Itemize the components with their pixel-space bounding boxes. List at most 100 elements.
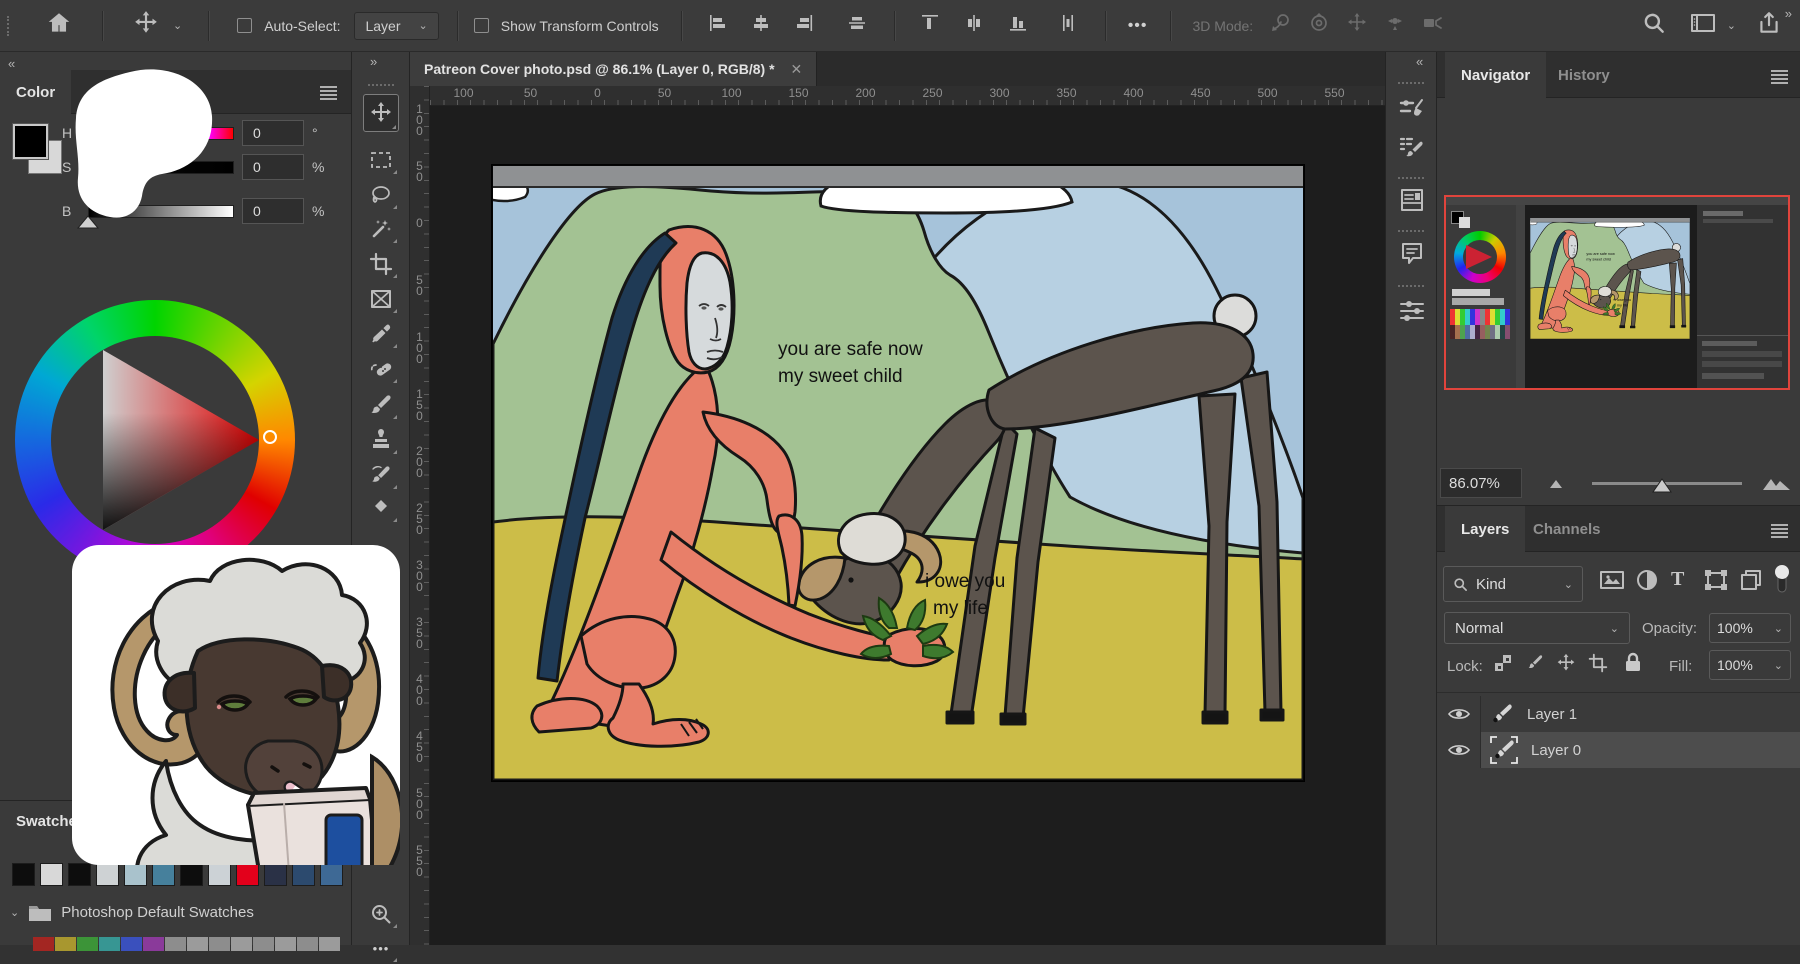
close-tab-icon[interactable]: ✕ xyxy=(791,61,803,78)
filter-pixel-icon[interactable] xyxy=(1599,568,1625,597)
auto-select-target-dropdown[interactable]: Layer⌄ xyxy=(354,12,438,40)
swatch[interactable] xyxy=(124,863,147,886)
visibility-eye-icon[interactable] xyxy=(1437,696,1481,732)
swatch[interactable] xyxy=(96,863,119,886)
swatch[interactable] xyxy=(187,937,208,951)
layer-thumbnail-selected[interactable] xyxy=(1489,735,1519,765)
saturation-value-field[interactable]: 0 xyxy=(242,154,304,180)
tab-navigator[interactable]: Navigator xyxy=(1445,52,1546,98)
opacity-field[interactable]: 100%⌄ xyxy=(1709,613,1791,643)
layer-thumbnail[interactable] xyxy=(1489,701,1515,727)
brightness-value-field[interactable]: 0 xyxy=(242,198,304,224)
swatch[interactable] xyxy=(180,863,203,886)
history-brush-tool[interactable] xyxy=(363,459,399,491)
zoom-out-icon[interactable] xyxy=(1548,476,1570,490)
move-tool-option-icon[interactable] xyxy=(133,10,159,41)
align-top-icon[interactable] xyxy=(919,12,941,39)
lock-transparency-icon[interactable] xyxy=(1493,653,1513,678)
layer-filter-kind[interactable]: Kind ⌄ xyxy=(1443,566,1583,602)
align-center-v-icon[interactable] xyxy=(846,12,868,39)
swatch-folder-row[interactable]: ⌄ Photoshop Default Swatches xyxy=(10,897,254,927)
frame-tool[interactable] xyxy=(363,283,399,315)
panel-menu-icon[interactable] xyxy=(320,86,337,100)
swatch[interactable] xyxy=(264,863,287,886)
swatch[interactable] xyxy=(68,863,91,886)
chevron-down-icon[interactable]: ⌄ xyxy=(10,906,19,919)
auto-select-checkbox[interactable] xyxy=(237,18,252,33)
eyedropper-tool[interactable] xyxy=(363,318,399,350)
filter-shape-icon[interactable] xyxy=(1703,568,1729,597)
swatch[interactable] xyxy=(319,937,340,951)
swatch[interactable] xyxy=(297,937,318,951)
lock-artboard-icon[interactable] xyxy=(1588,653,1608,678)
swatch[interactable] xyxy=(320,863,343,886)
edit-toolbar-icon[interactable]: ••• xyxy=(363,932,399,964)
zoom-tool[interactable] xyxy=(363,898,399,930)
brush-presets-icon[interactable] xyxy=(1396,132,1428,164)
swatch[interactable] xyxy=(165,937,186,951)
horizontal-ruler[interactable]: 10050050100150200250300350400450500550 xyxy=(430,86,1385,106)
lasso-tool[interactable] xyxy=(363,179,399,211)
swatch[interactable] xyxy=(40,863,63,886)
vertical-ruler[interactable]: 10050050100150200250300350400450500550 xyxy=(410,86,430,945)
crop-tool[interactable] xyxy=(363,248,399,280)
expand-toolbar-icon[interactable]: » xyxy=(370,54,375,69)
align-left-icon[interactable] xyxy=(706,12,728,39)
fill-field[interactable]: 100%⌄ xyxy=(1709,650,1791,680)
swatch[interactable] xyxy=(236,863,259,886)
swatch[interactable] xyxy=(292,863,315,886)
search-icon[interactable] xyxy=(1641,10,1667,41)
blend-mode-dropdown[interactable]: Normal⌄ xyxy=(1444,612,1630,644)
canvas[interactable] xyxy=(492,165,1304,781)
swatch[interactable] xyxy=(143,937,164,951)
swatch[interactable] xyxy=(77,937,98,951)
wheel-selector[interactable] xyxy=(263,430,277,444)
marquee-tool[interactable] xyxy=(363,144,399,176)
chevron-down-icon[interactable]: ⌄ xyxy=(1727,19,1736,32)
swatch[interactable] xyxy=(55,937,76,951)
document-tab[interactable]: Patreon Cover photo.psd @ 86.1% (Layer 0… xyxy=(410,52,817,86)
swatch[interactable] xyxy=(209,937,230,951)
distribute-v-icon[interactable] xyxy=(1057,12,1079,39)
navigator-zoom-field[interactable]: 86.07% xyxy=(1440,468,1522,498)
swatch[interactable] xyxy=(275,937,296,951)
tab-history[interactable]: History xyxy=(1542,52,1626,98)
distribute-h-icon[interactable] xyxy=(963,12,985,39)
align-center-h-icon[interactable] xyxy=(750,12,772,39)
clone-stamp-tool[interactable] xyxy=(363,424,399,456)
show-transform-checkbox[interactable] xyxy=(474,18,489,33)
swatch[interactable] xyxy=(208,863,231,886)
collapse-panel-icon[interactable]: « xyxy=(8,56,13,71)
healing-brush-tool[interactable] xyxy=(363,353,399,385)
zoom-in-icon[interactable] xyxy=(1762,474,1792,492)
visibility-eye-icon[interactable] xyxy=(1437,732,1481,768)
share-icon[interactable] xyxy=(1756,10,1782,41)
navigator-zoom-slider[interactable] xyxy=(1592,482,1742,485)
navigator-proxy-view[interactable] xyxy=(1444,195,1790,390)
zoom-slider-thumb[interactable] xyxy=(1652,478,1672,493)
panel-menu-icon[interactable] xyxy=(1771,70,1788,84)
move-tool[interactable] xyxy=(363,94,399,132)
foreground-color-swatch[interactable] xyxy=(13,124,48,159)
layer-row[interactable]: Layer 1 xyxy=(1437,696,1800,732)
lock-pixels-icon[interactable] xyxy=(1525,653,1545,678)
home-icon[interactable] xyxy=(46,10,72,41)
tab-layers[interactable]: Layers xyxy=(1445,506,1525,552)
libraries-icon[interactable] xyxy=(1396,184,1428,216)
align-bottom-icon[interactable] xyxy=(1007,12,1029,39)
swatch[interactable] xyxy=(33,937,54,951)
brush-tool[interactable] xyxy=(363,389,399,421)
swatch[interactable] xyxy=(253,937,274,951)
lock-all-icon[interactable] xyxy=(1624,652,1642,677)
notes-icon[interactable] xyxy=(1396,238,1428,270)
color-wheel[interactable] xyxy=(15,300,295,580)
adjustments-icon[interactable] xyxy=(1396,294,1428,326)
more-options-icon[interactable]: ••• xyxy=(1128,17,1148,35)
tab-color[interactable]: Color xyxy=(0,70,71,114)
lock-position-icon[interactable] xyxy=(1556,653,1576,678)
tab-channels[interactable]: Channels xyxy=(1517,506,1617,552)
swatch[interactable] xyxy=(121,937,142,951)
collapse-panels-icon[interactable]: « xyxy=(1416,54,1421,69)
chevron-down-icon[interactable]: ⌄ xyxy=(173,19,182,32)
brush-settings-icon[interactable] xyxy=(1396,92,1428,124)
